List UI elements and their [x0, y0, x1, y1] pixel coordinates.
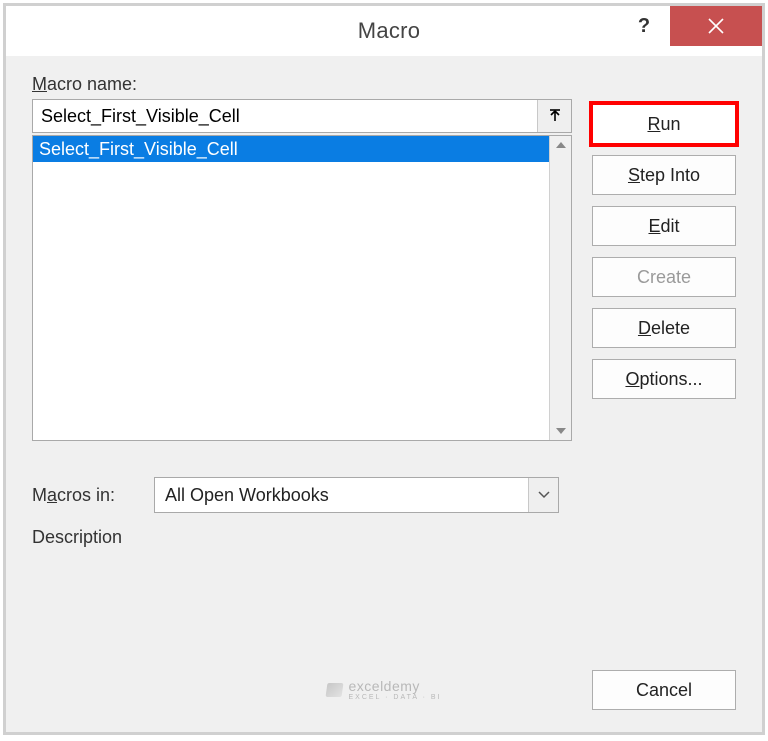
edit-button[interactable]: Edit: [592, 206, 736, 246]
help-button[interactable]: ?: [622, 6, 666, 46]
macro-name-field-wrap: [32, 99, 572, 133]
scroll-down-icon: [556, 428, 566, 434]
close-button[interactable]: [670, 6, 762, 46]
chevron-down-icon: [538, 491, 550, 499]
watermark: exceldemy EXCEL · DATA · BI: [327, 678, 442, 702]
arrow-up-icon: [547, 108, 563, 124]
macro-name-label: Macro name:: [32, 74, 572, 95]
macro-listbox[interactable]: Select_First_Visible_Cell: [32, 135, 572, 441]
goto-macro-button[interactable]: [537, 100, 571, 132]
cancel-button[interactable]: Cancel: [592, 670, 736, 710]
dialog-body: Macro name: Select_First_Visible_Cell: [6, 56, 762, 732]
macros-in-select[interactable]: All Open Workbooks: [154, 477, 559, 513]
create-button: Create: [592, 257, 736, 297]
delete-button[interactable]: Delete: [592, 308, 736, 348]
list-item[interactable]: Select_First_Visible_Cell: [33, 136, 549, 162]
macro-name-input[interactable]: [33, 100, 537, 132]
options-button[interactable]: Options...: [592, 359, 736, 399]
scrollbar[interactable]: [549, 136, 571, 440]
macros-in-value: All Open Workbooks: [155, 478, 528, 512]
scroll-up-icon: [556, 142, 566, 148]
close-icon: [707, 17, 725, 35]
macros-in-label: Macros in:: [32, 485, 138, 506]
dropdown-button[interactable]: [528, 478, 558, 512]
titlebar: Macro ?: [6, 6, 762, 56]
run-button[interactable]: Run: [592, 104, 736, 144]
macro-dialog: Macro ? Macro name:: [3, 3, 765, 735]
step-into-button[interactable]: Step Into: [592, 155, 736, 195]
description-label: Description: [32, 527, 572, 548]
watermark-icon: [326, 683, 344, 697]
